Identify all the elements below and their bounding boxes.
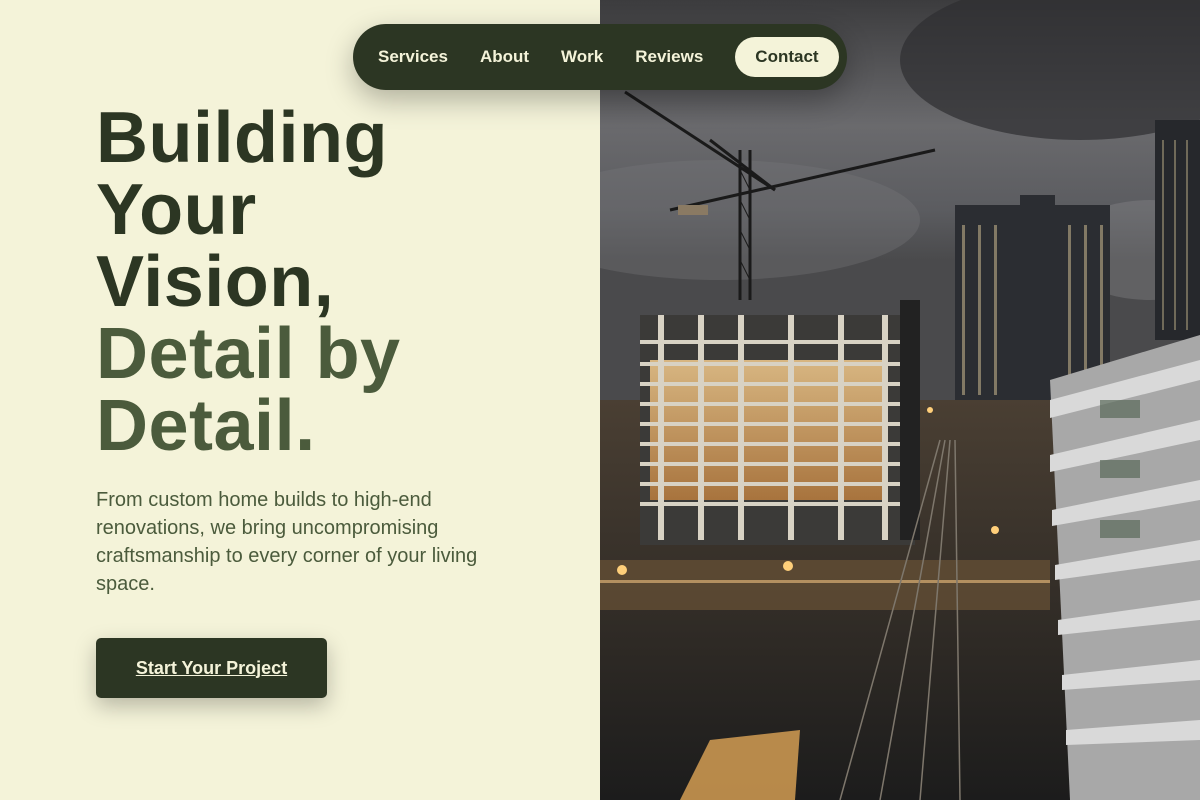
headline-accent-line: Detail.	[96, 386, 316, 466]
headline-line: Your	[96, 170, 257, 250]
nav-item-reviews[interactable]: Reviews	[635, 47, 703, 67]
contact-button[interactable]: Contact	[735, 37, 839, 77]
headline-accent-line: Detail by	[96, 314, 401, 394]
hero-subtext: From custom home builds to high-end reno…	[96, 489, 478, 595]
nav-item-work[interactable]: Work	[561, 47, 603, 67]
hero-headline: Building Your Vision, Detail by Detail.	[96, 102, 401, 462]
nav-item-about[interactable]: About	[480, 47, 529, 67]
headline-line: Building	[96, 98, 388, 178]
headline-line: Vision,	[96, 242, 335, 322]
nav-item-services[interactable]: Services	[378, 47, 448, 67]
hero-photo	[600, 0, 1200, 800]
main-nav: Services About Work Reviews Contact	[353, 24, 847, 90]
start-project-button[interactable]: Start Your Project	[96, 638, 327, 698]
